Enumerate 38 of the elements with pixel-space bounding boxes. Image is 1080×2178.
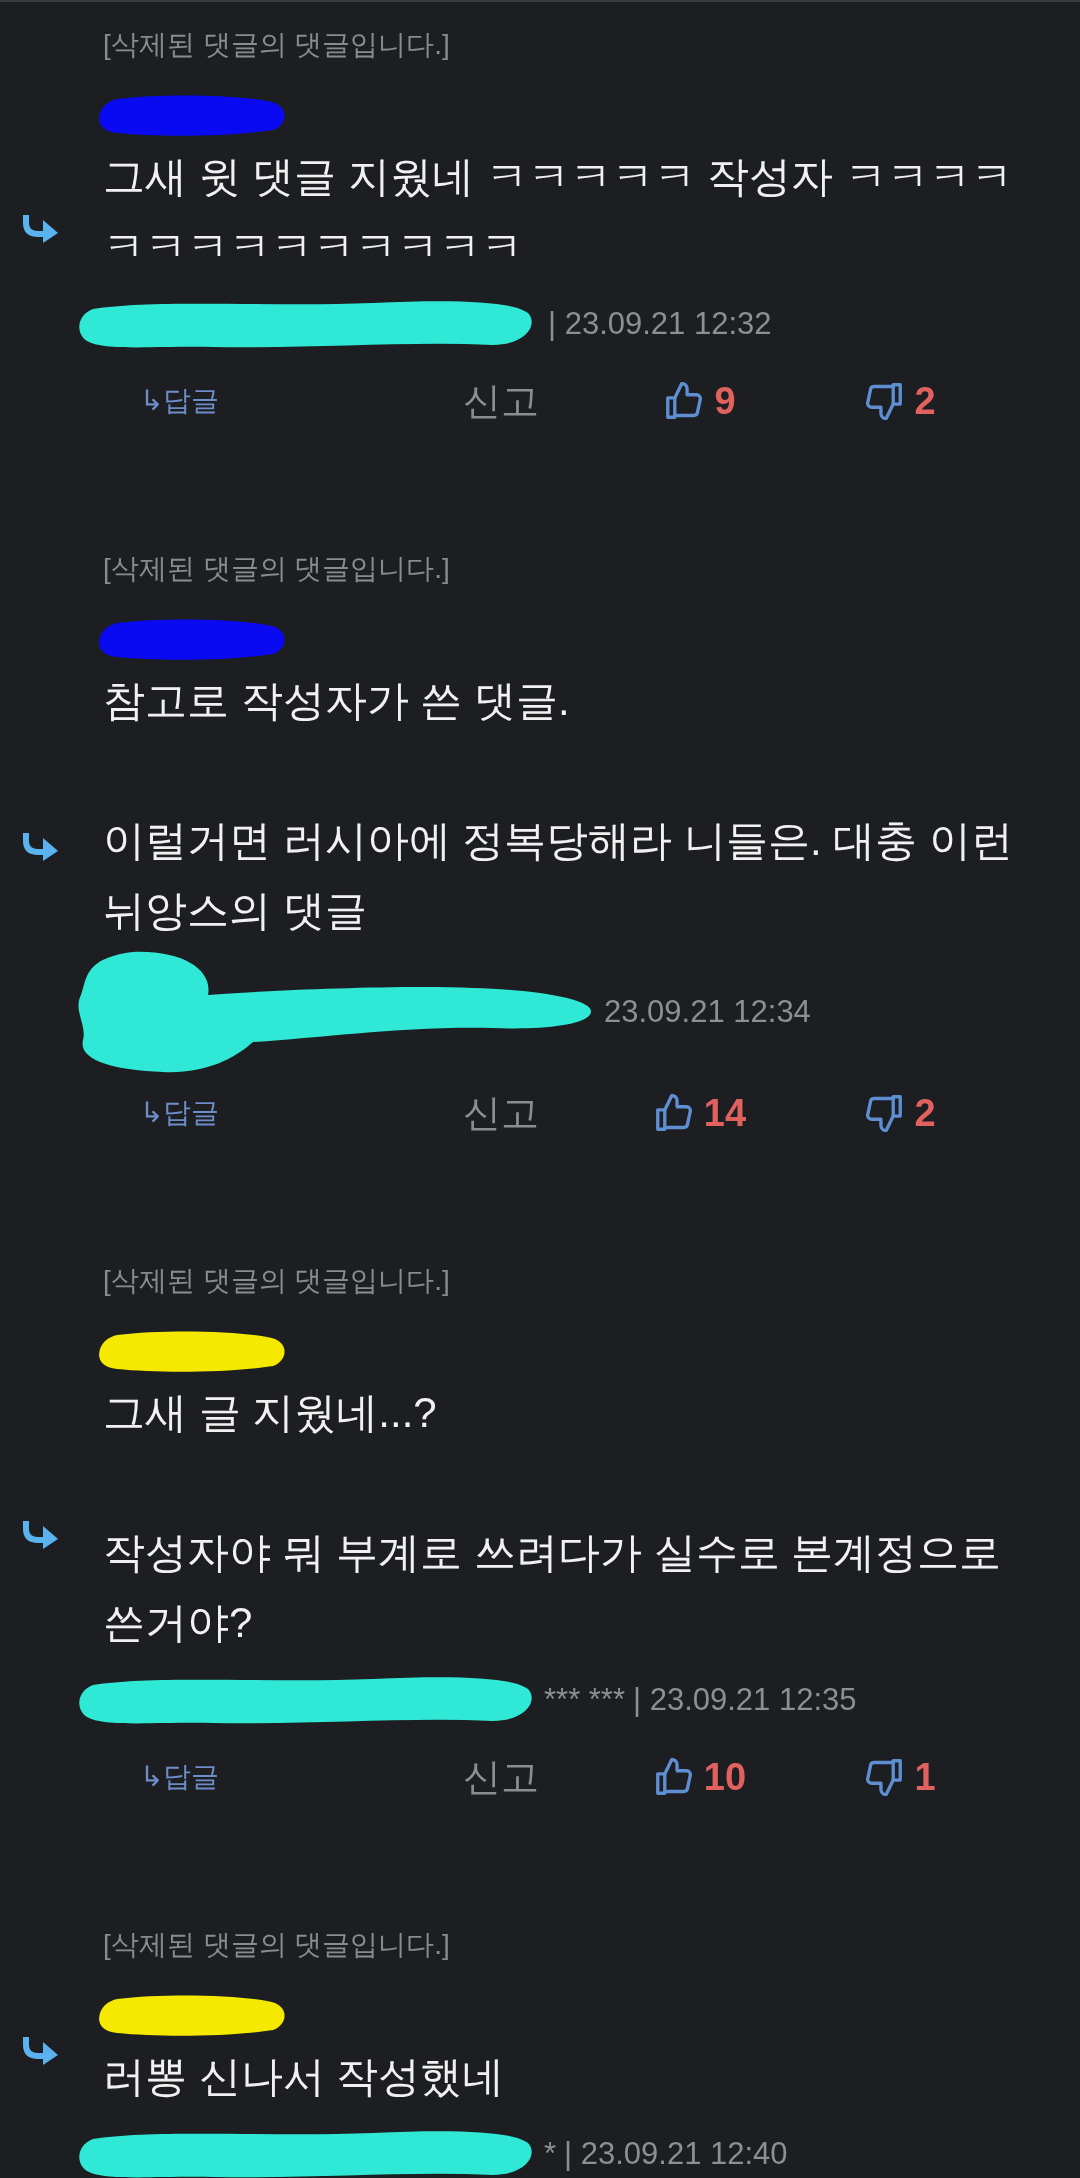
deleted-notice: [삭제된 댓글의 댓글입니다.] xyxy=(103,1264,450,1298)
dislike-button[interactable]: 2 xyxy=(866,1088,936,1138)
reply-arrow-icon xyxy=(20,212,60,244)
dislike-button[interactable]: 1 xyxy=(866,1752,936,1802)
like-button[interactable]: 9 xyxy=(666,376,736,426)
reply-arrow-icon xyxy=(20,830,60,862)
like-button[interactable]: 10 xyxy=(655,1752,747,1802)
comment-text: 러뽕 신나서 작성했네 xyxy=(103,2052,506,2102)
comment-text: 그새 윗 댓글 지웠네 ㅋㅋㅋㅋㅋ 작성자 ㅋㅋㅋㅋㅋㅋㅋㅋㅋㅋㅋㅋㅋㅋ xyxy=(103,152,1014,272)
like-button[interactable]: 14 xyxy=(655,1088,747,1138)
masked-author: * xyxy=(544,2135,557,2173)
thumbs-down-icon xyxy=(866,382,903,420)
deleted-notice: [삭제된 댓글의 댓글입니다.] xyxy=(103,1928,450,1962)
report-button[interactable]: 신고 xyxy=(463,1088,539,1138)
comment-date: | 23.09.21 12:40 xyxy=(564,2135,788,2173)
comment-text: 이럴거면 러시아에 정복당해라 니들은. 대충 이런 뉘앙스의 댓글 xyxy=(103,816,1014,936)
report-button[interactable]: 신고 xyxy=(463,1752,539,1802)
thumbs-down-icon xyxy=(866,1758,903,1796)
report-button[interactable]: 신고 xyxy=(463,376,539,426)
comment-date: 23.09.21 12:34 xyxy=(604,993,811,1031)
comment-text: 참고로 작성자가 쓴 댓글. xyxy=(103,676,571,726)
masked-author: *** *** xyxy=(544,1681,625,1719)
reply-button[interactable]: ↳답글 xyxy=(139,381,219,421)
thumbs-up-icon xyxy=(655,1758,692,1796)
deleted-notice: [삭제된 댓글의 댓글입니다.] xyxy=(103,552,450,586)
comment-text: 그새 글 지웠네...? xyxy=(103,1388,438,1438)
comment-date: | 23.09.21 12:35 xyxy=(633,1681,857,1719)
reply-arrow-icon xyxy=(20,2035,60,2066)
comment-date: | 23.09.21 12:32 xyxy=(548,305,772,343)
reply-button[interactable]: ↳답글 xyxy=(139,1757,219,1797)
reply-button[interactable]: ↳답글 xyxy=(139,1093,219,1133)
thumbs-up-icon xyxy=(666,382,703,420)
comment-text: 작성자야 뭐 부계로 쓰려다가 실수로 본계정으로 쓴거야? xyxy=(103,1528,1003,1648)
reply-arrow-icon xyxy=(20,1518,60,1550)
thumbs-up-icon xyxy=(655,1094,692,1132)
deleted-notice: [삭제된 댓글의 댓글입니다.] xyxy=(103,28,450,62)
dislike-button[interactable]: 2 xyxy=(866,376,936,426)
thumbs-down-icon xyxy=(866,1094,903,1132)
